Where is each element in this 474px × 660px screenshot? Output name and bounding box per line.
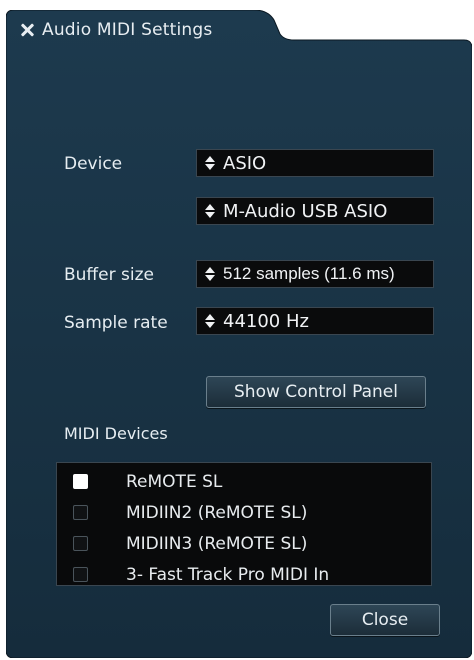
midi-device-checkbox[interactable] — [73, 536, 88, 551]
midi-device-checkbox[interactable] — [73, 505, 88, 520]
show-control-panel-button[interactable]: Show Control Panel — [206, 376, 426, 408]
midi-device-name: MIDIIN2 (ReMOTE SL) — [126, 502, 308, 523]
sample-rate-select[interactable]: 44100 Hz — [196, 307, 434, 335]
list-item[interactable]: MIDIIN3 (ReMOTE SL) — [57, 528, 431, 559]
midi-devices-list[interactable]: ReMOTE SL MIDIIN2 (ReMOTE SL) MIDIIN3 (R… — [56, 462, 432, 586]
device-label: Device — [64, 154, 123, 174]
device-type-value: ASIO — [223, 152, 267, 174]
buffer-size-label: Buffer size — [64, 265, 154, 285]
midi-device-name: ReMOTE SL — [126, 471, 223, 492]
device-name-value: M-Audio USB ASIO — [223, 200, 388, 222]
midi-device-checkbox[interactable] — [73, 474, 88, 489]
updown-arrows-icon — [205, 266, 215, 282]
updown-arrows-icon — [205, 203, 215, 219]
buffer-size-select[interactable]: 512 samples (11.6 ms) — [196, 260, 434, 288]
midi-devices-heading: MIDI Devices — [64, 424, 168, 443]
midi-device-name: 3- Fast Track Pro MIDI In — [126, 564, 330, 585]
device-type-select[interactable]: ASIO — [196, 149, 434, 177]
close-button[interactable]: Close — [330, 604, 440, 636]
buffer-size-value: 512 samples (11.6 ms) — [223, 264, 395, 283]
list-item[interactable]: MIDIIN2 (ReMOTE SL) — [57, 497, 431, 528]
list-item[interactable]: 3- Fast Track Pro MIDI In — [57, 559, 431, 585]
sample-rate-label: Sample rate — [64, 313, 168, 333]
sample-rate-value: 44100 Hz — [223, 310, 309, 332]
midi-device-checkbox[interactable] — [73, 567, 88, 582]
list-item[interactable]: ReMOTE SL — [57, 466, 431, 497]
device-name-select[interactable]: M-Audio USB ASIO — [196, 197, 434, 225]
window-title: Audio MIDI Settings — [42, 20, 213, 40]
updown-arrows-icon — [205, 155, 215, 171]
title-bar: Audio MIDI Settings — [20, 18, 212, 42]
close-icon[interactable] — [20, 23, 34, 37]
updown-arrows-icon — [205, 313, 215, 329]
midi-device-name: MIDIIN3 (ReMOTE SL) — [126, 533, 308, 554]
